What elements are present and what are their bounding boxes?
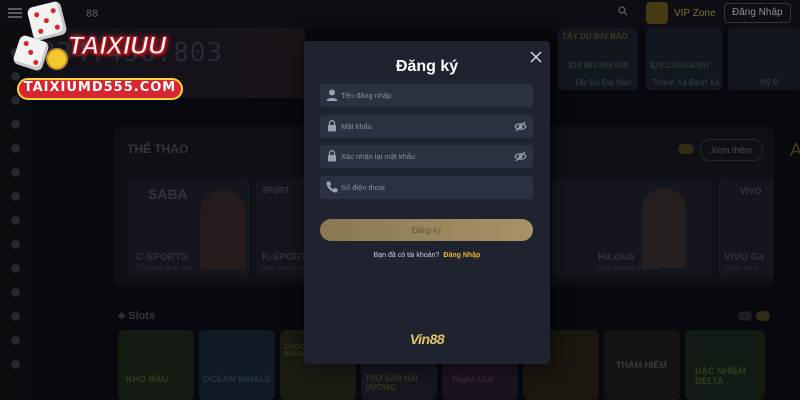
register-button[interactable]: Đăng ký xyxy=(320,219,533,241)
register-modal: Đăng ký Đăng ký Bạn đã có tài khoản?Đăng… xyxy=(304,41,550,364)
watermark-domain: TAIXIUMD555.COM xyxy=(23,80,177,95)
lock-icon xyxy=(328,120,336,132)
lock-icon xyxy=(328,150,336,162)
dice-icon xyxy=(12,34,50,72)
login-link[interactable]: Đăng Nhập xyxy=(443,252,480,259)
username-input[interactable] xyxy=(341,84,506,107)
password-field xyxy=(320,115,533,138)
modal-title: Đăng ký xyxy=(395,58,459,75)
user-icon xyxy=(326,89,338,101)
password-input[interactable] xyxy=(341,115,506,138)
confirm-password-input[interactable] xyxy=(341,145,506,168)
have-account-text: Bạn đã có tài khoản? xyxy=(373,252,440,259)
dice-icon xyxy=(26,0,68,42)
eye-off-icon[interactable] xyxy=(514,120,527,133)
phone-field xyxy=(320,176,533,199)
watermark-logo: TAIXIUU TAIXIUMD555.COM xyxy=(12,0,184,100)
eye-off-icon[interactable] xyxy=(514,150,527,163)
phone-icon xyxy=(326,181,338,193)
vin88-logo: Vin88 xyxy=(409,331,445,347)
coin-icon xyxy=(46,48,68,70)
phone-input[interactable] xyxy=(341,176,506,199)
close-button[interactable] xyxy=(525,46,547,68)
close-icon xyxy=(530,51,542,63)
username-field xyxy=(320,84,533,107)
watermark-brand: TAIXIUU xyxy=(67,32,167,61)
login-prompt: Bạn đã có tài khoản? Đăng Nhập xyxy=(304,252,550,259)
confirm-password-field xyxy=(320,145,533,168)
